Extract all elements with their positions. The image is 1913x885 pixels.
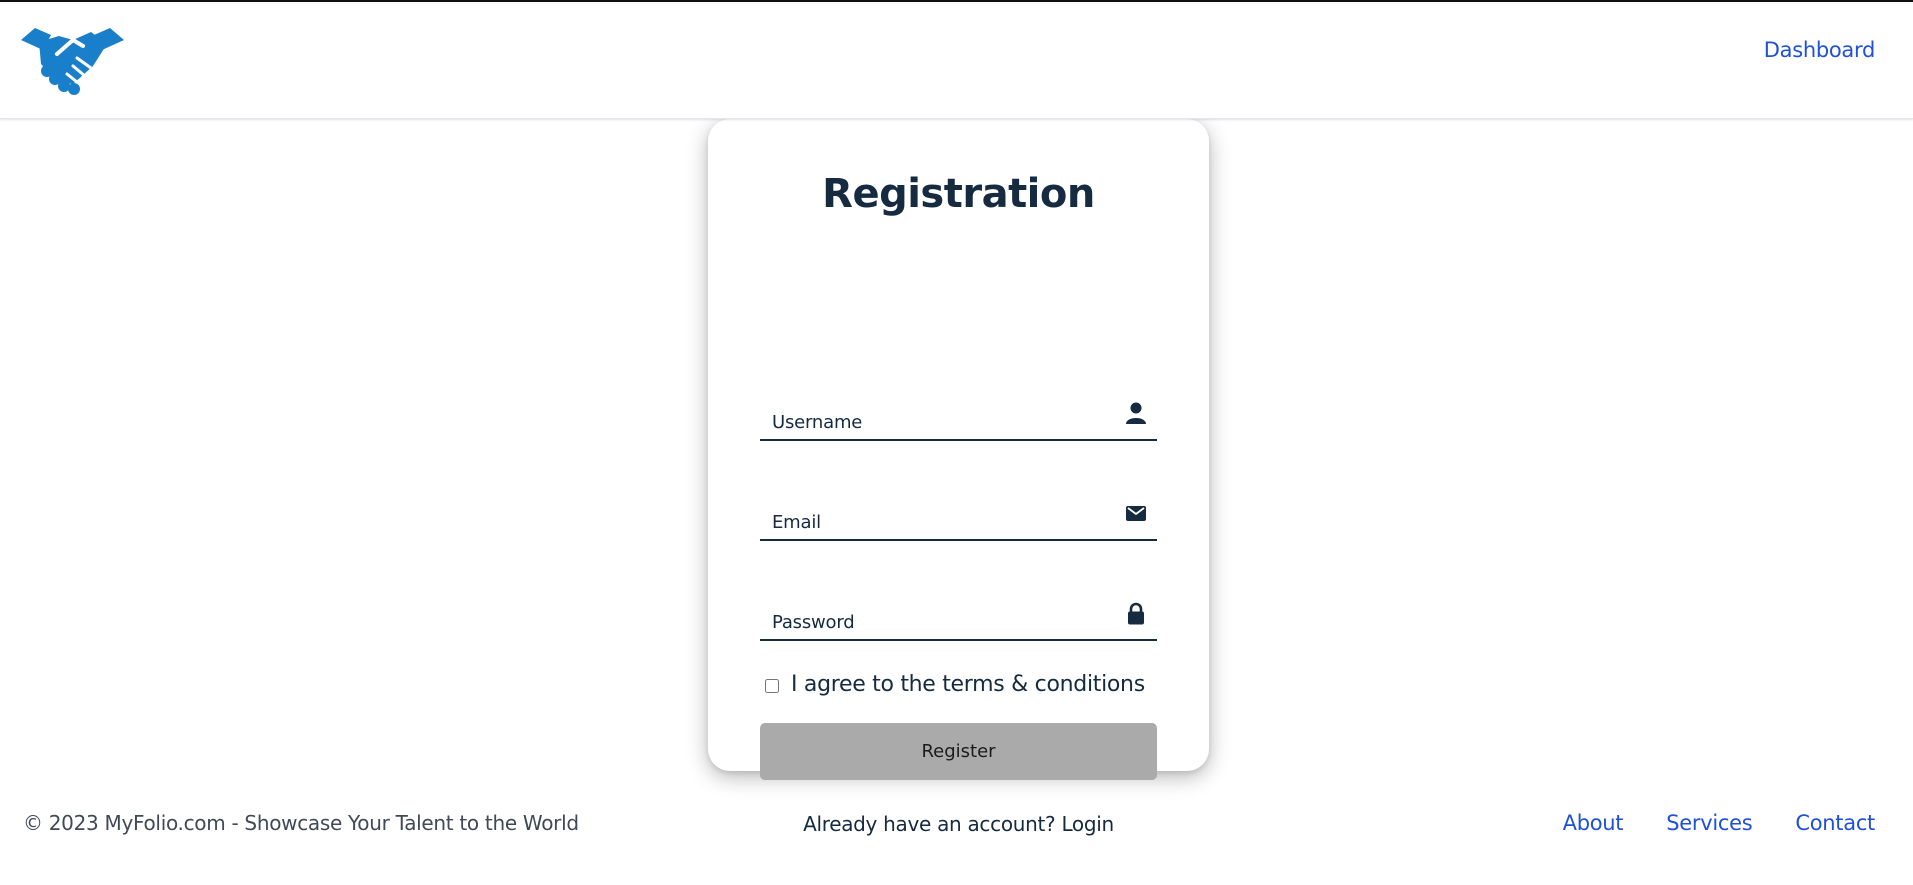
footer-link-contact[interactable]: Contact <box>1795 811 1875 835</box>
password-input[interactable] <box>760 581 1157 639</box>
terms-checkbox[interactable] <box>765 679 779 693</box>
username-field: Username <box>760 381 1157 441</box>
login-prompt: Already have an account? Login <box>708 812 1209 836</box>
page-title: Registration <box>822 171 1095 217</box>
login-question: Already have an account? <box>803 812 1056 836</box>
email-field: Email <box>760 481 1157 541</box>
password-field: Password <box>760 581 1157 641</box>
handshake-icon <box>21 28 124 95</box>
envelope-icon <box>1126 506 1146 521</box>
registration-card: Registration Username Email Password I a… <box>708 119 1209 836</box>
lock-icon <box>1128 602 1144 625</box>
footer-link-services[interactable]: Services <box>1666 811 1752 835</box>
email-input[interactable] <box>760 481 1157 539</box>
terms-label[interactable]: I agree to the terms & conditions <box>791 672 1145 697</box>
nav-dashboard-link[interactable]: Dashboard <box>1764 38 1876 62</box>
user-icon <box>1126 402 1146 424</box>
site-header: Dashboard <box>0 2 1913 119</box>
footer-nav: About Services Contact <box>1563 811 1876 835</box>
register-button[interactable]: Register <box>760 723 1157 780</box>
username-input[interactable] <box>760 381 1157 439</box>
logo-link[interactable] <box>21 24 124 96</box>
footer-link-about[interactable]: About <box>1563 811 1624 835</box>
copyright-text: © 2023 MyFolio.com - Showcase Your Talen… <box>23 811 579 835</box>
login-link[interactable]: Login <box>1061 812 1114 836</box>
